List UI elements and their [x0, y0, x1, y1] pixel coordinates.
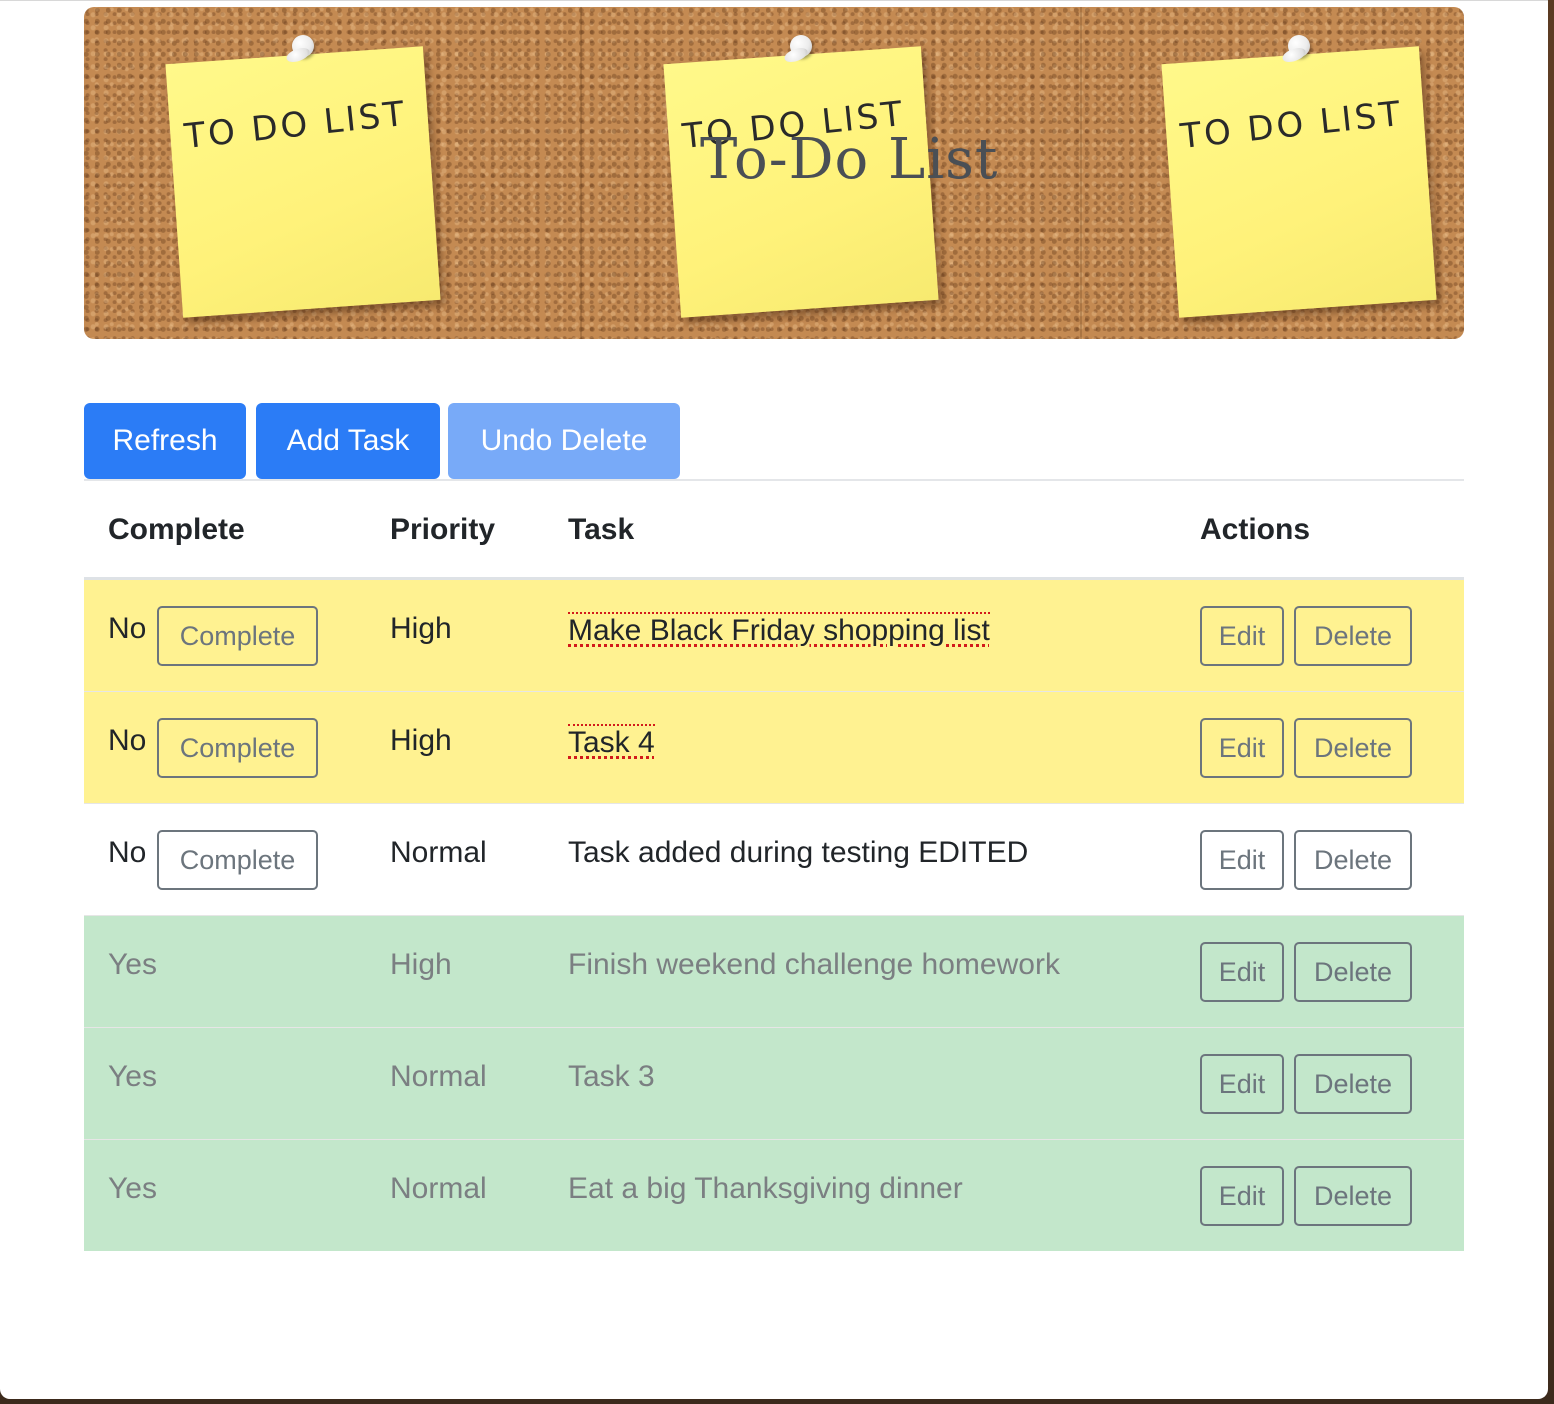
table-row: No Complete High Make Black Friday shopp… [84, 580, 1464, 692]
table-row: No Complete Normal Task added during tes… [84, 804, 1464, 916]
pushpin-icon [292, 35, 314, 57]
refresh-button[interactable]: Refresh [84, 403, 246, 479]
task-text: Finish weekend challenge homework [568, 948, 1060, 981]
header-task: Task [568, 513, 635, 546]
complete-button[interactable]: Complete [157, 606, 318, 666]
priority-value: Normal [390, 1172, 487, 1205]
task-text: Eat a big Thanksgiving dinner [568, 1172, 963, 1205]
complete-status: Yes [108, 948, 157, 981]
edit-button[interactable]: Edit [1200, 942, 1284, 1002]
header-priority: Priority [390, 513, 496, 546]
complete-button[interactable]: Complete [157, 718, 318, 778]
task-text: Task 3 [568, 1060, 655, 1093]
undo-delete-button[interactable]: Undo Delete [448, 403, 680, 479]
priority-value: High [390, 612, 452, 645]
app-window: TO DO LIST TO DO LIST TO DO LIST To-Do L… [0, 0, 1548, 1399]
pushpin-icon [1288, 35, 1310, 57]
sticky-note-text: TO DO LIST [182, 93, 409, 157]
edit-button[interactable]: Edit [1200, 718, 1284, 778]
table-header: Complete Priority Task Actions [84, 481, 1464, 580]
complete-button[interactable]: Complete [157, 830, 318, 890]
page-title: To-Do List [700, 127, 999, 192]
complete-status: No [108, 724, 147, 757]
header-complete: Complete [108, 513, 245, 546]
table-row: Yes Normal Task 3 Edit Delete [84, 1028, 1464, 1140]
header-actions: Actions [1200, 513, 1311, 546]
cork-seam [1080, 7, 1082, 339]
priority-value: High [390, 948, 452, 981]
delete-button[interactable]: Delete [1294, 1166, 1412, 1226]
header-banner: TO DO LIST TO DO LIST TO DO LIST To-Do L… [84, 7, 1464, 339]
delete-button[interactable]: Delete [1294, 942, 1412, 1002]
sticky-note: TO DO LIST [165, 46, 441, 318]
priority-value: Normal [390, 1060, 487, 1093]
task-text: Task added during testing EDITED [568, 836, 1029, 869]
complete-status: No [108, 612, 147, 645]
table-row: Yes Normal Eat a big Thanksgiving dinner… [84, 1140, 1464, 1251]
pushpin-icon [790, 35, 812, 57]
edit-button[interactable]: Edit [1200, 1054, 1284, 1114]
sticky-note-text: TO DO LIST [1178, 93, 1405, 157]
delete-button[interactable]: Delete [1294, 1054, 1412, 1114]
task-table: Complete Priority Task Actions No Comple… [84, 479, 1464, 1251]
task-text: Make Black Friday shopping list [568, 612, 990, 647]
priority-value: Normal [390, 836, 487, 869]
toolbar: Refresh Add Task Undo Delete [84, 403, 1464, 479]
priority-value: High [390, 724, 452, 757]
complete-status: Yes [108, 1172, 157, 1205]
delete-button[interactable]: Delete [1294, 718, 1412, 778]
delete-button[interactable]: Delete [1294, 606, 1412, 666]
sticky-note: TO DO LIST [1161, 46, 1437, 318]
cork-seam [580, 7, 582, 339]
table-row: No Complete High Task 4 Edit Delete [84, 692, 1464, 804]
task-text: Task 4 [568, 724, 655, 759]
edit-button[interactable]: Edit [1200, 830, 1284, 890]
edit-button[interactable]: Edit [1200, 1166, 1284, 1226]
edit-button[interactable]: Edit [1200, 606, 1284, 666]
complete-status: Yes [108, 1060, 157, 1093]
table-row: Yes High Finish weekend challenge homewo… [84, 916, 1464, 1028]
complete-status: No [108, 836, 147, 869]
add-task-button[interactable]: Add Task [256, 403, 440, 479]
delete-button[interactable]: Delete [1294, 830, 1412, 890]
